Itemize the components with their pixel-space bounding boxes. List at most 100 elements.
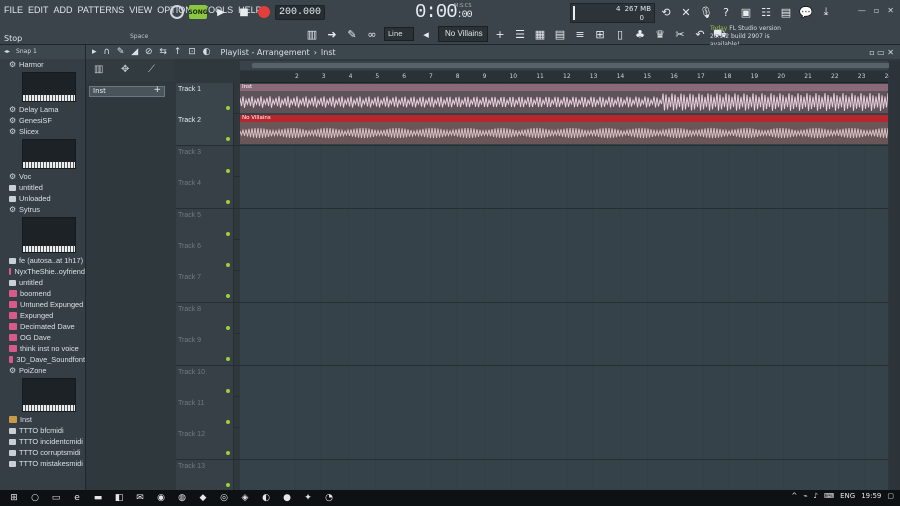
browser-item[interactable]: Untuned Expunged	[0, 299, 85, 310]
arrow-right-icon[interactable]: ➜	[324, 26, 340, 42]
minimize-icon[interactable]: —	[858, 6, 866, 15]
browser-item[interactable]: untitled	[0, 277, 85, 288]
mixer-window-icon[interactable]: ≡	[572, 26, 588, 42]
windows-start-icon[interactable]: ⊞	[7, 492, 21, 504]
track-lane[interactable]	[240, 271, 888, 303]
menu-add[interactable]: ADD	[54, 5, 73, 15]
browser-item[interactable]: boomend	[0, 288, 85, 299]
track-lane[interactable]	[240, 365, 888, 397]
time-ruler[interactable]: 23456789101112131415161718192021222324	[240, 71, 892, 83]
playlist-clip[interactable]: Inst	[240, 84, 888, 113]
vertical-scrollbar[interactable]	[889, 61, 900, 490]
playlist-clip[interactable]: No Villains	[240, 115, 888, 145]
track-lane[interactable]	[240, 177, 888, 209]
download-icon[interactable]: ⤓	[818, 4, 834, 20]
discord-icon[interactable]: ◍	[175, 492, 189, 504]
volume-icon[interactable]: ♪	[814, 492, 818, 500]
close-icon[interactable]: ✕	[887, 6, 894, 15]
browser-item[interactable]: ⚙ Delay Lama	[0, 104, 85, 115]
menu-edit[interactable]: EDIT	[28, 5, 49, 15]
record-icon[interactable]	[258, 6, 270, 18]
browser-item[interactable]: ⚙ PoiZone	[0, 365, 85, 376]
metronome-icon[interactable]: ✕	[678, 4, 694, 20]
track-mute-led[interactable]	[226, 168, 230, 173]
track-header[interactable]: Track 9	[176, 334, 234, 366]
track-header[interactable]: Track 7	[176, 271, 234, 303]
add-clip-icon[interactable]: +	[153, 86, 161, 95]
link-icon[interactable]: ∞	[364, 26, 380, 42]
search-icon[interactable]: ○	[28, 492, 42, 504]
track-lane[interactable]	[240, 334, 888, 366]
draw-icon[interactable]: ⟋	[148, 64, 155, 75]
browser-item[interactable]: think inst no voice	[0, 343, 85, 354]
help-icon[interactable]: ?	[718, 4, 734, 20]
app-icon-4[interactable]: ◐	[259, 492, 273, 504]
network-icon[interactable]: ⌁	[803, 492, 807, 500]
browser-item[interactable]: ⚙ GenesiSF	[0, 115, 85, 126]
menu-patterns[interactable]: PATTERNS	[78, 5, 125, 15]
browser-item[interactable]: Expunged	[0, 310, 85, 321]
track-header[interactable]: Track 3	[176, 145, 234, 177]
master-volume-icon[interactable]	[170, 5, 184, 19]
menu-file[interactable]: FILE	[4, 5, 23, 15]
cut-icon[interactable]: ✂	[672, 26, 688, 42]
browser-item[interactable]: ⚙ Sytrus	[0, 204, 85, 215]
track-header[interactable]: Track 12	[176, 428, 234, 460]
track-mute-led[interactable]	[226, 137, 230, 142]
horizontal-scrollbar[interactable]	[240, 61, 892, 70]
tray-chevron-icon[interactable]: ^	[791, 492, 797, 500]
track-mute-led[interactable]	[226, 263, 230, 267]
browser-item[interactable]: ⚙ Harmor	[0, 59, 85, 70]
browser-item[interactable]: TTTO mistakesmidi	[0, 458, 85, 469]
track-mute-led[interactable]	[226, 482, 230, 487]
mic-icon[interactable]: 🎙	[698, 4, 714, 20]
track-lane[interactable]	[240, 428, 888, 460]
pattern-song-toggle[interactable]: SONG	[188, 5, 208, 19]
track-mute-led[interactable]	[226, 357, 230, 362]
mail-icon[interactable]: ✉	[133, 492, 147, 504]
playlist-window-controls[interactable]: ▫ ▭ ✕	[869, 48, 894, 57]
playlist-tool-icons[interactable]: ▸ ∩ ✎ ◢ ⊘ ⇆ ↑ ⊡ ◐	[92, 47, 212, 57]
pencil-icon[interactable]: ✎	[344, 26, 360, 42]
piano-roll-icon[interactable]: ▦	[532, 26, 548, 42]
file-explorer-icon[interactable]: ▬	[91, 492, 105, 504]
loop-record-icon[interactable]: ⟲	[658, 4, 674, 20]
browser-item[interactable]: OG Dave	[0, 332, 85, 343]
app-icon-1[interactable]: ◆	[196, 492, 210, 504]
tempo-tapper-icon[interactable]: ♛	[652, 26, 668, 42]
track-mute-led[interactable]	[226, 388, 230, 393]
prev-pattern-icon[interactable]: ◂	[418, 26, 434, 42]
piano-icon[interactable]: ▥	[304, 26, 320, 42]
track-header[interactable]: Track 10	[176, 365, 234, 397]
browser-icon[interactable]: ▯	[612, 26, 628, 42]
keyboard-icon[interactable]: ⌨	[824, 492, 834, 500]
clip-source-selector[interactable]: Inst +	[89, 86, 165, 97]
render-icon[interactable]: ▤	[778, 4, 794, 20]
play-icon[interactable]: ▶	[212, 3, 230, 21]
app-icon-3[interactable]: ◈	[238, 492, 252, 504]
browser-item[interactable]: Inst	[0, 414, 85, 425]
plugin-db-icon[interactable]: ⊞	[592, 26, 608, 42]
browser-item[interactable]: fe (autosa..at 1h17)	[0, 255, 85, 266]
store-icon[interactable]: ◧	[112, 492, 126, 504]
snap-mode-select[interactable]: Line	[384, 27, 414, 41]
browser-item[interactable]: untitled	[0, 182, 85, 193]
browser-item[interactable]: 3D_Dave_Soundfont	[0, 354, 85, 365]
track-header[interactable]: Track 6	[176, 240, 234, 271]
chrome-icon[interactable]: ◉	[154, 492, 168, 504]
tempo-display[interactable]: 200.000	[275, 4, 326, 20]
track-lane[interactable]	[240, 208, 888, 240]
track-mute-led[interactable]	[226, 106, 230, 110]
notifications-icon[interactable]: ▢	[887, 492, 894, 500]
track-mute-led[interactable]	[226, 231, 230, 236]
track-header[interactable]: Track 1	[176, 83, 234, 114]
playlist-icon[interactable]: ☰	[512, 26, 528, 42]
menu-view[interactable]: VIEW	[129, 5, 152, 15]
mixer-icon[interactable]: ☷	[758, 4, 774, 20]
app-icon-6[interactable]: ◔	[322, 492, 336, 504]
channel-rack-icon[interactable]: ▤	[552, 26, 568, 42]
track-lane[interactable]	[240, 302, 888, 334]
browser-item[interactable]: TTTO bfcmidi	[0, 425, 85, 436]
track-mute-led[interactable]	[226, 294, 230, 299]
move-icon[interactable]: ✥	[121, 64, 129, 75]
